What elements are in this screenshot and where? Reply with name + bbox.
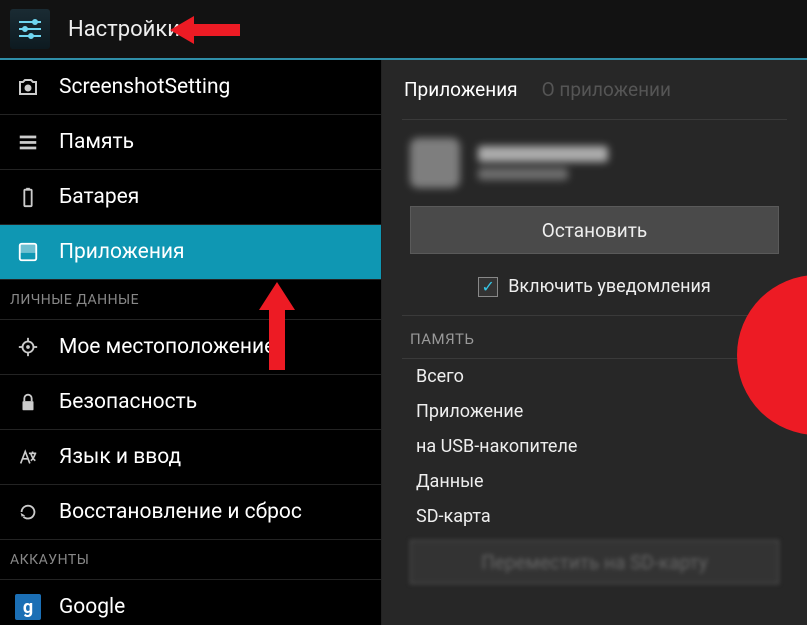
sidebar-item-screenshot[interactable]: ScreenshotSetting [0,60,381,115]
sidebar-item-google[interactable]: g Google [0,580,381,625]
notifications-row[interactable]: ✓ Включить уведомления [402,262,787,316]
sidebar-item-memory[interactable]: Память [0,115,381,170]
location-icon [15,334,41,360]
sidebar-item-label: Память [59,130,134,154]
sidebar-item-label: Приложения [59,240,185,264]
battery-icon [15,184,41,210]
sidebar-item-label: Безопасность [59,390,197,414]
info-row-app: Приложение [402,394,787,429]
detail-pane: Приложения О приложении Остановить ✓ Вкл… [382,60,807,625]
section-header-personal: ЛИЧНЫЕ ДАННЫЕ [0,280,381,320]
app-thumb-icon [410,138,460,188]
sidebar-item-apps[interactable]: Приложения [0,225,381,280]
sidebar-item-security[interactable]: Безопасность [0,375,381,430]
sidebar-item-label: Язык и ввод [59,445,181,469]
google-icon: g [15,594,41,620]
sidebar: ScreenshotSetting Память Батарея Приложе… [0,60,382,625]
sidebar-item-label: Батарея [59,185,139,209]
app-name-block [478,146,608,180]
page-title: Настройки [68,17,180,42]
sidebar-item-label: Восстановление и сброс [59,500,302,524]
move-to-sd-button: Переместить на SD-карту [410,540,779,584]
info-row-sd: SD-карта [402,499,787,534]
info-row-usb: на USB-накопителе [402,429,787,464]
memory-header: ПАМЯТЬ [402,316,787,359]
settings-app-icon [10,9,50,49]
titlebar: Настройки [0,0,807,60]
notifications-label: Включить уведомления [508,276,711,297]
info-row-total: Всего [402,359,787,394]
lock-icon [15,389,41,415]
sidebar-item-reset[interactable]: Восстановление и сброс [0,485,381,540]
sidebar-item-language[interactable]: Язык и ввод [0,430,381,485]
checkbox-icon[interactable]: ✓ [478,277,498,297]
language-icon [15,444,41,470]
sidebar-item-label: ScreenshotSetting [59,75,230,99]
sidebar-item-label: Мое местоположение [59,335,275,359]
app-header [402,120,787,206]
sidebar-item-battery[interactable]: Батарея [0,170,381,225]
tab-apps-list[interactable]: Приложения [402,72,520,107]
detail-tabs: Приложения О приложении [402,60,787,120]
sidebar-item-label: Google [59,595,125,619]
info-row-data: Данные [402,464,787,499]
reset-icon [15,499,41,525]
stop-button[interactable]: Остановить [410,206,779,254]
tab-about-app[interactable]: О приложении [540,72,673,107]
camera-icon [15,74,41,100]
storage-icon [15,129,41,155]
sidebar-item-location[interactable]: Мое местоположение [0,320,381,375]
section-header-accounts: АККАУНТЫ [0,540,381,580]
apps-icon [15,239,41,265]
